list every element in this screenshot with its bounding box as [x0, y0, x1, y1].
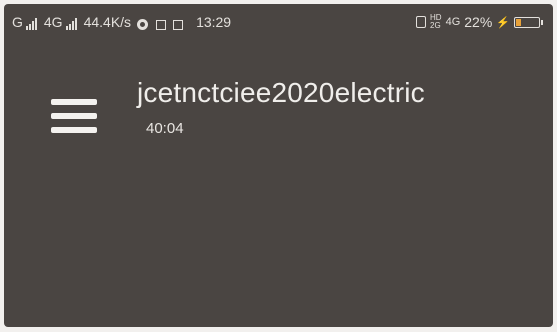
- charging-icon: ⚡: [496, 16, 510, 29]
- hd-bottom-label: 2G: [430, 21, 441, 30]
- page-title: jcetnctciee2020electric: [137, 77, 425, 108]
- notification-square-icon: [156, 20, 167, 30]
- net-speed: 44.4K/s: [83, 14, 132, 30]
- carrier-2-label: 4G: [43, 14, 63, 30]
- signal-1-icon: [25, 18, 37, 30]
- status-time: 13:29: [196, 14, 232, 30]
- page-subtitle: 40:04: [146, 120, 184, 137]
- network-type-label: 4G: [445, 16, 461, 28]
- battery-percent: 22%: [464, 14, 493, 30]
- app-screen: G 4G 44.4K/s 13:29 HD 2G 4G 22% ⚡ jcetnct…: [4, 4, 553, 327]
- carrier-1-label: G: [12, 14, 23, 30]
- signal-2-icon: [65, 18, 77, 30]
- status-right: HD 2G 4G 22% ⚡: [416, 14, 543, 30]
- vibrate-icon: [416, 16, 427, 28]
- battery-icon: [514, 16, 543, 28]
- status-bar: G 4G 44.4K/s 13:29 HD 2G 4G 22% ⚡: [4, 4, 553, 42]
- hamburger-menu-icon[interactable]: [51, 99, 97, 133]
- battery-fill: [516, 18, 522, 26]
- notification-square-2-icon: [173, 20, 184, 30]
- status-left: G 4G 44.4K/s 13:29: [12, 14, 231, 30]
- hd-indicator: HD 2G: [430, 14, 442, 30]
- notification-circle-icon: [137, 19, 149, 30]
